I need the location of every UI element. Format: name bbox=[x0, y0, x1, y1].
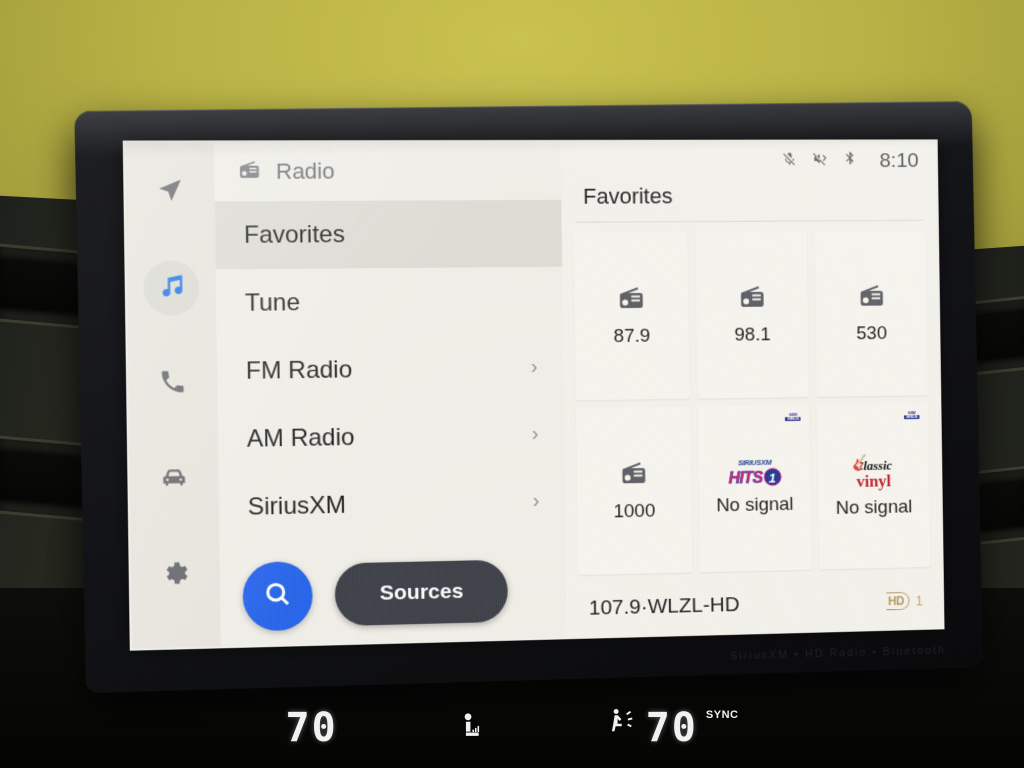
navigation-arrow-icon bbox=[155, 176, 184, 210]
vinyl-wordmark: vinyl bbox=[856, 472, 891, 489]
menu-item-label: Favorites bbox=[244, 220, 345, 249]
panel-header: Radio bbox=[214, 142, 561, 201]
siriusxm-badge: SXM SIRIUS bbox=[783, 410, 803, 423]
volume-muted-icon bbox=[811, 150, 828, 172]
chevron-right-icon: › bbox=[532, 423, 539, 446]
radio-icon bbox=[237, 157, 262, 186]
radio-icon bbox=[856, 281, 885, 316]
chevron-right-icon: › bbox=[533, 490, 540, 513]
favorite-tile-label: 87.9 bbox=[613, 326, 650, 348]
siriusxm-badge-mid: SIRIUS bbox=[904, 415, 920, 419]
menu-item-label: FM Radio bbox=[246, 356, 353, 386]
favorite-tile-label: No signal bbox=[716, 494, 794, 517]
favorite-tile-label: 98.1 bbox=[734, 325, 770, 347]
radio-icon bbox=[619, 458, 649, 493]
now-playing-bar[interactable]: 107.9·WLZL-HD HD 1 bbox=[567, 573, 943, 638]
rail-item-navigation[interactable] bbox=[142, 165, 199, 220]
menu-item-fm-radio[interactable]: FM Radio › bbox=[217, 334, 564, 406]
hits-wordmark: HITS bbox=[728, 469, 762, 486]
panel-action-bar: Sources bbox=[220, 541, 568, 646]
photo-scene: SiriusXM • HD Radio • Bluetooth Radio Fa… bbox=[0, 0, 1024, 768]
favorite-tile[interactable]: SXM SIRIUS 🎸 Classic vinyl No signal bbox=[817, 403, 930, 570]
hd-channel-number: 1 bbox=[915, 593, 923, 609]
chevron-right-icon: › bbox=[531, 356, 538, 379]
menu-item-siriusxm[interactable]: SiriusXM › bbox=[218, 467, 565, 541]
menu-item-am-radio[interactable]: AM Radio › bbox=[218, 401, 565, 474]
favorites-grid: 87.9 98.1 530 1000 SXM SIRIUS SIRIUSXM H… bbox=[562, 221, 942, 582]
sources-button-label: Sources bbox=[380, 580, 464, 606]
app-rail bbox=[125, 142, 221, 648]
airflow-body-icon[interactable] bbox=[608, 705, 638, 740]
rail-item-media[interactable] bbox=[143, 260, 200, 315]
climate-control-bar: 70 70 SYNC bbox=[0, 698, 1024, 758]
bezel-brand-strip: SiriusXM • HD Radio • Bluetooth bbox=[730, 644, 946, 662]
head-unit-bezel: SiriusXM • HD Radio • Bluetooth Radio Fa… bbox=[74, 101, 983, 693]
status-bar: 8:10 bbox=[560, 141, 936, 182]
radio-icon bbox=[616, 283, 646, 318]
driver-temperature[interactable]: 70 bbox=[286, 705, 338, 751]
favorite-tile-label: No signal bbox=[836, 496, 913, 519]
radio-icon bbox=[737, 282, 767, 317]
panel-title: Radio bbox=[276, 158, 335, 184]
favorite-tile[interactable]: 87.9 bbox=[574, 232, 690, 400]
channel-number-badge: 1 bbox=[763, 468, 781, 486]
favorite-tile[interactable]: 98.1 bbox=[695, 231, 809, 398]
clock: 8:10 bbox=[879, 149, 919, 173]
hd-radio-icon: HD bbox=[886, 592, 910, 610]
menu-item-label: SiriusXM bbox=[248, 491, 347, 521]
radio-menu-panel: Radio Favorites Tune FM Radio › AM Radio… bbox=[214, 142, 567, 646]
car-icon bbox=[159, 462, 188, 496]
guitar-icon: 🎸 bbox=[851, 454, 870, 471]
favorites-title: Favorites bbox=[561, 181, 937, 222]
phone-icon bbox=[158, 367, 187, 401]
favorite-tile[interactable]: 530 bbox=[815, 231, 928, 397]
menu-item-tune[interactable]: Tune bbox=[216, 267, 563, 338]
bluetooth-icon bbox=[842, 150, 859, 172]
seat-heat-icon[interactable] bbox=[456, 709, 490, 748]
hd-radio-indicator: HD 1 bbox=[886, 592, 923, 611]
rail-item-vehicle[interactable] bbox=[146, 452, 203, 508]
siriusxm-badge: SXM SIRIUS bbox=[902, 409, 921, 422]
search-button[interactable] bbox=[242, 561, 313, 632]
classic-vinyl-logo: 🎸 Classic vinyl bbox=[855, 453, 892, 490]
favorite-tile-label: 530 bbox=[856, 323, 887, 345]
sync-label[interactable]: SYNC bbox=[706, 709, 739, 721]
sources-button[interactable]: Sources bbox=[335, 560, 509, 626]
now-playing-station: 107.9·WLZL-HD bbox=[589, 593, 740, 621]
favorite-tile[interactable]: SXM SIRIUS SIRIUSXM HITS 1 No signal bbox=[697, 404, 811, 572]
infotainment-screen: Radio Favorites Tune FM Radio › AM Radio… bbox=[125, 141, 943, 648]
microphone-muted-icon bbox=[781, 150, 798, 172]
siriusxm-wordmark: SIRIUSXM bbox=[737, 460, 771, 468]
menu-item-label: AM Radio bbox=[247, 423, 355, 453]
music-note-icon bbox=[157, 271, 186, 305]
favorite-tile-label: 1000 bbox=[613, 500, 655, 523]
passenger-temperature[interactable]: 70 bbox=[646, 705, 698, 751]
rail-item-phone[interactable] bbox=[144, 356, 201, 412]
favorites-panel: 8:10 Favorites 87.9 98.1 530 1000 SXM SI… bbox=[560, 141, 942, 637]
passenger-climate-group[interactable]: 70 SYNC bbox=[608, 705, 739, 751]
menu-item-label: Tune bbox=[245, 288, 301, 317]
menu-item-favorites[interactable]: Favorites bbox=[215, 200, 562, 270]
favorite-tile[interactable]: 1000 bbox=[576, 406, 692, 575]
search-icon bbox=[262, 578, 293, 614]
siriusxm-badge-mid: SIRIUS bbox=[785, 417, 801, 421]
siriusxm-hits1-logo: SIRIUSXM HITS 1 bbox=[728, 460, 781, 487]
gear-icon bbox=[161, 558, 190, 592]
rail-item-settings[interactable] bbox=[147, 547, 204, 603]
